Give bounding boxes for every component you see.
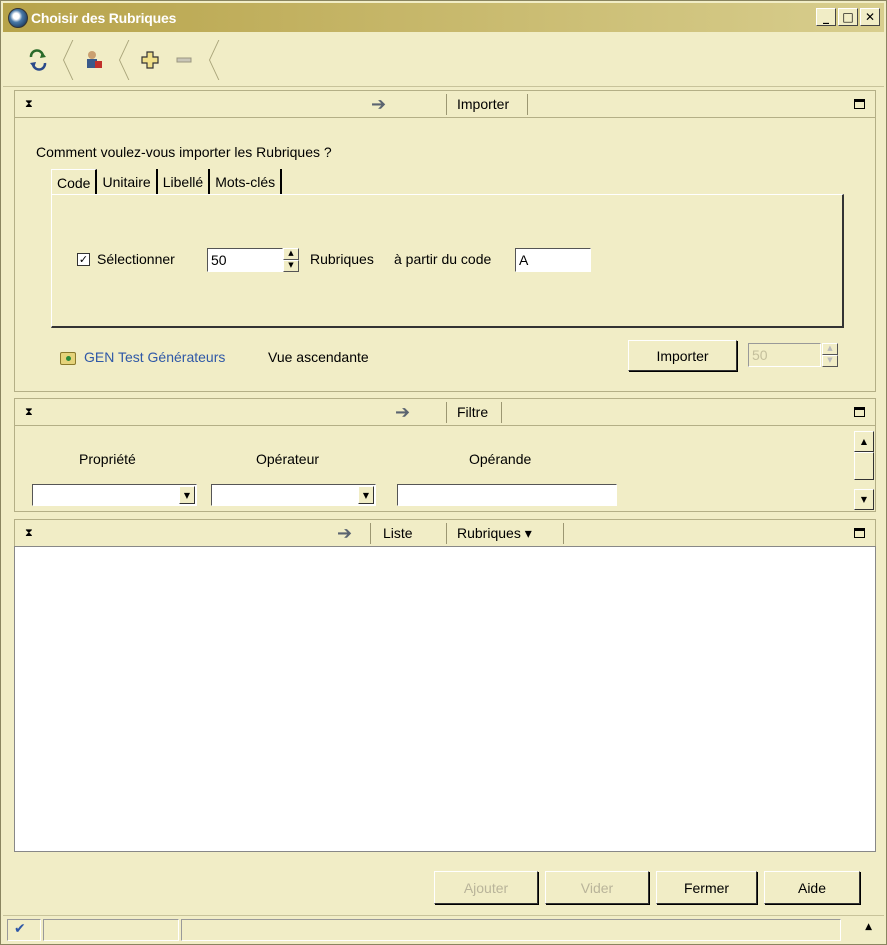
column-operator: Opérateur	[256, 451, 320, 467]
collapse-icon[interactable]: ⧗	[25, 405, 33, 419]
stepper-down-icon[interactable]: ▼	[283, 260, 299, 272]
title-bar[interactable]: Choisir des Rubriques _ □ ✕	[3, 3, 884, 32]
help-button[interactable]: Aide	[764, 871, 860, 904]
filter-section-header: ⧗ ➔ Filtre	[14, 398, 876, 426]
stepper-up-icon: ▲	[822, 343, 838, 355]
status-expand-icon[interactable]: ▲	[865, 922, 872, 932]
toolbar-separator	[61, 40, 71, 80]
property-select[interactable]: ▼	[32, 484, 197, 506]
arrow-right-icon: ➔	[395, 401, 411, 423]
import-count-stepper: ▲ ▼	[822, 343, 838, 367]
rubriques-dropdown[interactable]: Rubriques ▾	[457, 525, 532, 542]
rubriques-list[interactable]	[14, 546, 876, 852]
stepper-down-icon: ▼	[822, 355, 838, 367]
from-code-label: à partir du code	[394, 251, 492, 267]
maximize-panel-icon[interactable]	[854, 528, 865, 538]
import-section-title: Importer	[457, 96, 510, 112]
tab-unitaire[interactable]: Unitaire	[97, 169, 158, 195]
add-button[interactable]: Ajouter	[434, 871, 538, 904]
minimize-button[interactable]: _	[816, 8, 836, 26]
maximize-button[interactable]: □	[838, 8, 858, 26]
list-section-header: ⧗ ➔ Liste Rubriques ▾	[14, 519, 876, 547]
maximize-panel-icon[interactable]	[854, 407, 865, 417]
scroll-thumb[interactable]	[854, 452, 874, 480]
tab-mots-cles[interactable]: Mots-clés	[210, 169, 283, 195]
toolbar	[3, 33, 884, 87]
close-dialog-button[interactable]: Fermer	[656, 871, 757, 904]
count-stepper[interactable]: ▲ ▼	[283, 248, 299, 272]
column-operand: Opérande	[469, 451, 532, 467]
select-label: Sélectionner	[97, 251, 175, 267]
window-title: Choisir des Rubriques	[31, 9, 177, 26]
refresh-icon[interactable]	[21, 43, 55, 77]
code-field[interactable]: A	[515, 248, 591, 272]
operator-select[interactable]: ▼	[211, 484, 376, 506]
collapse-icon[interactable]: ⧗	[25, 97, 33, 111]
checkmark-icon: ✔	[14, 921, 26, 937]
import-section-header: ⧗ ➔ Importer	[14, 90, 876, 118]
filter-section-title: Filtre	[457, 404, 489, 420]
count-field[interactable]: 50	[207, 248, 283, 272]
scroll-up-icon[interactable]: ▲	[854, 431, 874, 452]
status-cell	[43, 919, 179, 941]
arrow-right-icon: ➔	[371, 93, 387, 115]
import-button[interactable]: Importer	[628, 340, 737, 371]
rubriques-label: Rubriques	[310, 251, 374, 267]
import-tabs: Code Unitaire Libellé Mots-clés	[51, 169, 283, 195]
column-property: Propriété	[79, 451, 136, 467]
select-checkbox[interactable]: ✓	[77, 253, 90, 266]
status-message	[181, 919, 841, 941]
operand-field[interactable]	[397, 484, 617, 506]
remove-icon[interactable]	[167, 43, 201, 77]
filter-scrollbar[interactable]: ▲ ▼	[854, 431, 874, 511]
stepper-up-icon[interactable]: ▲	[283, 248, 299, 260]
dialog-window: Choisir des Rubriques _ □ ✕ ⧗ ➔ Importer	[0, 0, 887, 945]
chevron-down-icon[interactable]: ▼	[358, 486, 374, 504]
list-section-title: Liste	[383, 525, 413, 541]
status-bar: ✔ ▲	[3, 915, 884, 942]
source-link[interactable]: GEN Test Générateurs	[84, 349, 225, 365]
import-prompt: Comment voulez-vous importer les Rubriqu…	[36, 144, 332, 160]
close-button[interactable]: ✕	[860, 8, 880, 26]
tab-libelle[interactable]: Libellé	[158, 169, 211, 195]
arrow-right-icon: ➔	[337, 522, 353, 544]
status-cell-check: ✔	[7, 919, 41, 941]
collapse-icon[interactable]: ⧗	[25, 526, 33, 540]
import-count-field: 50	[748, 343, 821, 367]
add-icon[interactable]	[133, 43, 167, 77]
toolbar-separator	[117, 40, 127, 80]
app-globe-icon	[8, 7, 28, 28]
scroll-down-icon[interactable]: ▼	[854, 489, 874, 510]
user-icon[interactable]	[77, 43, 111, 77]
maximize-panel-icon[interactable]	[854, 99, 865, 109]
view-label: Vue ascendante	[268, 349, 369, 365]
tab-code[interactable]: Code	[51, 169, 98, 195]
clear-button[interactable]: Vider	[545, 871, 649, 904]
chevron-down-icon[interactable]: ▼	[179, 486, 195, 504]
toolbar-separator	[207, 40, 217, 80]
folder-icon	[60, 352, 76, 365]
